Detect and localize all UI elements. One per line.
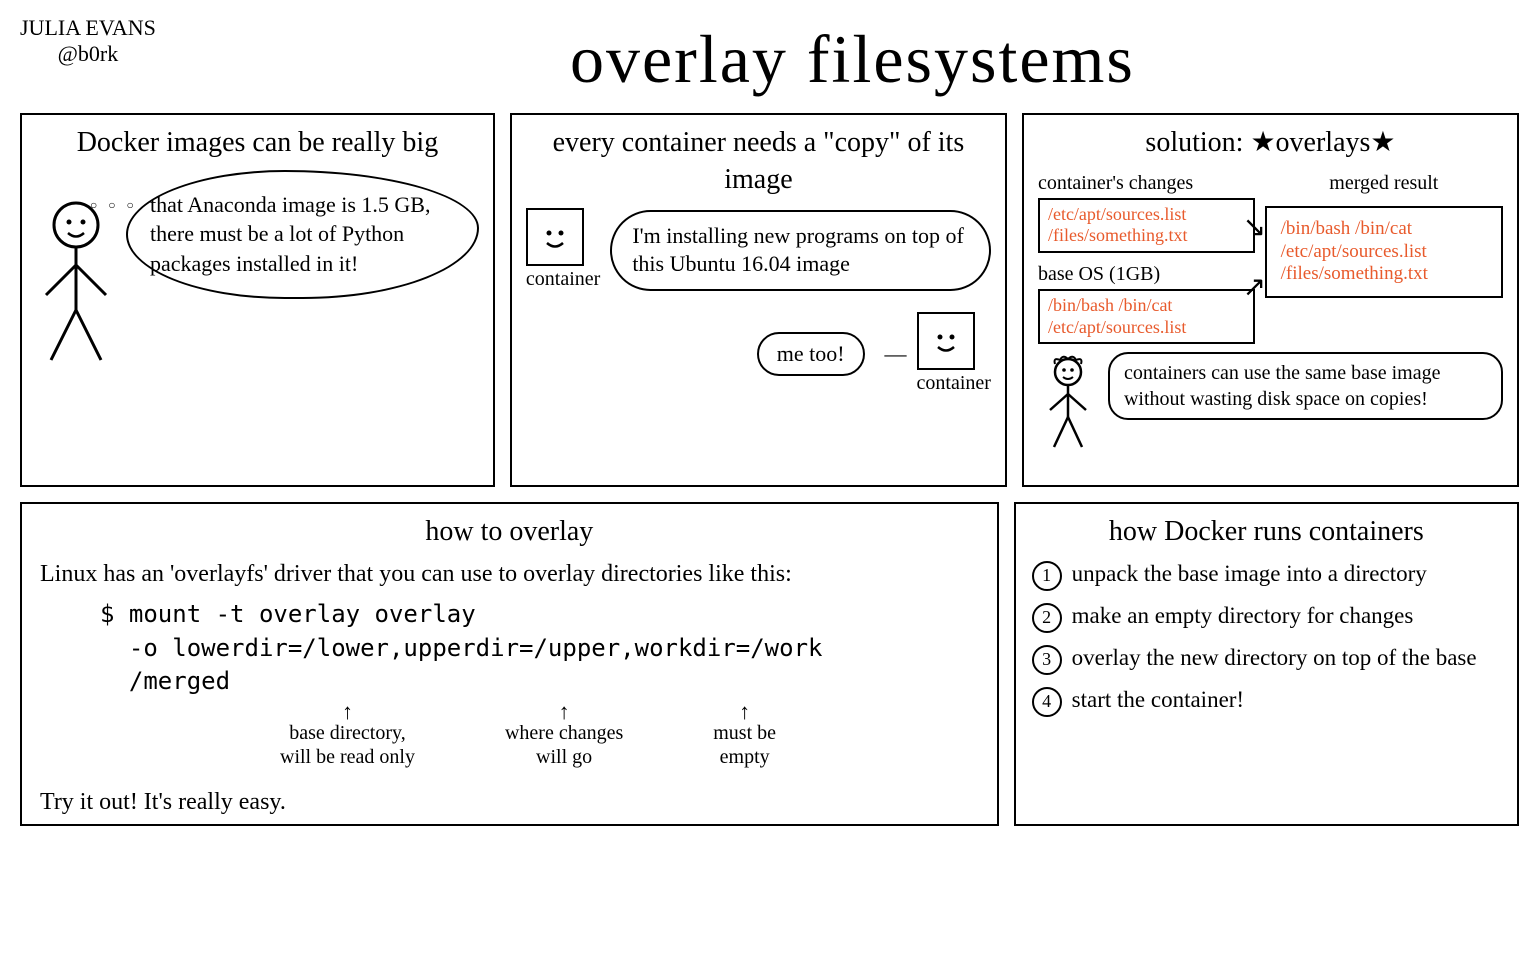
changes-label: container's changes: [1038, 170, 1255, 196]
step-1-text: unpack the base image into a directory: [1072, 559, 1427, 589]
panel3-heading: solution: ★overlays★: [1038, 125, 1503, 161]
row-1: Docker images can be really big ○ ○ ○ th…: [20, 113, 1519, 487]
step-number-icon: 2: [1032, 603, 1062, 633]
panel3-heading-prefix: solution:: [1145, 127, 1243, 158]
author-name: JULIA EVANS: [20, 15, 156, 41]
row-2: how to overlay Linux has an 'overlayfs' …: [20, 502, 1519, 826]
step-2-text: make an empty directory for changes: [1072, 601, 1414, 631]
step-3-text: overlay the new directory on top of the …: [1072, 643, 1477, 673]
author-block: JULIA EVANS @b0rk: [20, 15, 156, 68]
step-4-text: start the container!: [1072, 685, 1244, 715]
page-title: overlay filesystems: [186, 15, 1519, 103]
speech-bubble-2: me too!: [757, 332, 865, 377]
panel2-speech2: me too!: [777, 341, 845, 366]
step-item: 3 overlay the new directory on top of the…: [1032, 643, 1501, 675]
merged-label: merged result: [1265, 170, 1503, 196]
thought-dots-icon: ○ ○ ○: [90, 197, 138, 213]
annot-workdir: ↑ must be empty: [713, 699, 776, 769]
container-label-1: container: [526, 266, 600, 292]
arrow-icon: ↘: [1243, 210, 1266, 246]
annot1-text: base directory, will be read only: [280, 722, 415, 768]
steps-list: 1unpack the base image into a directory …: [1032, 559, 1501, 717]
panel-how-to-overlay: how to overlay Linux has an 'overlayfs' …: [20, 502, 999, 826]
annotation-row: ↑ base directory, will be read only ↑ wh…: [280, 699, 979, 769]
step-item: 2 make an empty directory for changes: [1032, 601, 1501, 633]
step-number-icon: 4: [1032, 687, 1062, 717]
panel1-thought-text: that Anaconda image is 1.5 GB, there mus…: [150, 192, 430, 276]
step-number-icon: 1: [1032, 561, 1062, 591]
step-number-icon: 3: [1032, 645, 1062, 675]
annot-lowerdir: ↑ base directory, will be read only: [280, 699, 415, 769]
panel4-intro: Linux has an 'overlayfs' driver that you…: [40, 559, 979, 590]
annot3-text: must be empty: [713, 722, 776, 768]
author-handle: @b0rk: [20, 41, 156, 67]
step-item: 1 unpack the base image into a directory: [1032, 559, 1501, 591]
container-box-icon-2: [917, 312, 975, 370]
panel3-bottom-text: containers can use the same base image w…: [1124, 362, 1441, 410]
container-label-2: container: [917, 370, 991, 396]
speech-bubble-3: containers can use the same base image w…: [1108, 352, 1503, 420]
panel-how-docker-runs: how Docker runs containers 1 unpack the b…: [1014, 502, 1519, 826]
base-label: base OS (1GB): [1038, 261, 1255, 287]
thought-bubble: ○ ○ ○ that Anaconda image is 1.5 GB, the…: [126, 170, 479, 299]
panel1-heading: Docker images can be really big: [36, 125, 479, 161]
stick-figure-curly-icon: [1038, 352, 1098, 452]
header: JULIA EVANS @b0rk overlay filesystems: [20, 15, 1519, 103]
panel3-heading-word: overlays: [1276, 127, 1371, 158]
panel5-heading: how Docker runs containers: [1032, 514, 1501, 550]
changes-filebox: /etc/apt/sources.list /files/something.t…: [1038, 198, 1255, 253]
panel4-heading: how to overlay: [40, 514, 979, 550]
annot-upperdir: ↑ where changes will go: [505, 699, 623, 769]
panel2-heading: every container needs a "copy" of its im…: [526, 125, 991, 198]
panel2-speech1: I'm installing new programs on top of th…: [632, 223, 963, 277]
panel-solution-overlays: solution: ★overlays★ container's changes…: [1022, 113, 1519, 487]
merged-filebox: /bin/bash /bin/cat /etc/apt/sources.list…: [1265, 206, 1503, 298]
panel4-outro: Try it out! It's really easy.: [40, 787, 979, 818]
panel-container-copy: every container needs a "copy" of its im…: [510, 113, 1007, 487]
panel-docker-images-big: Docker images can be really big ○ ○ ○ th…: [20, 113, 495, 487]
base-filebox: /bin/bash /bin/cat /etc/apt/sources.list: [1038, 289, 1255, 344]
step-item: 4 start the container!: [1032, 685, 1501, 717]
container-box-icon: [526, 208, 584, 266]
code-block: $ mount -t overlay overlay -o lowerdir=/…: [100, 598, 979, 699]
arrow-icon: ↗: [1243, 270, 1266, 306]
annot2-text: where changes will go: [505, 722, 623, 768]
speech-bubble-1: I'm installing new programs on top of th…: [610, 210, 991, 291]
